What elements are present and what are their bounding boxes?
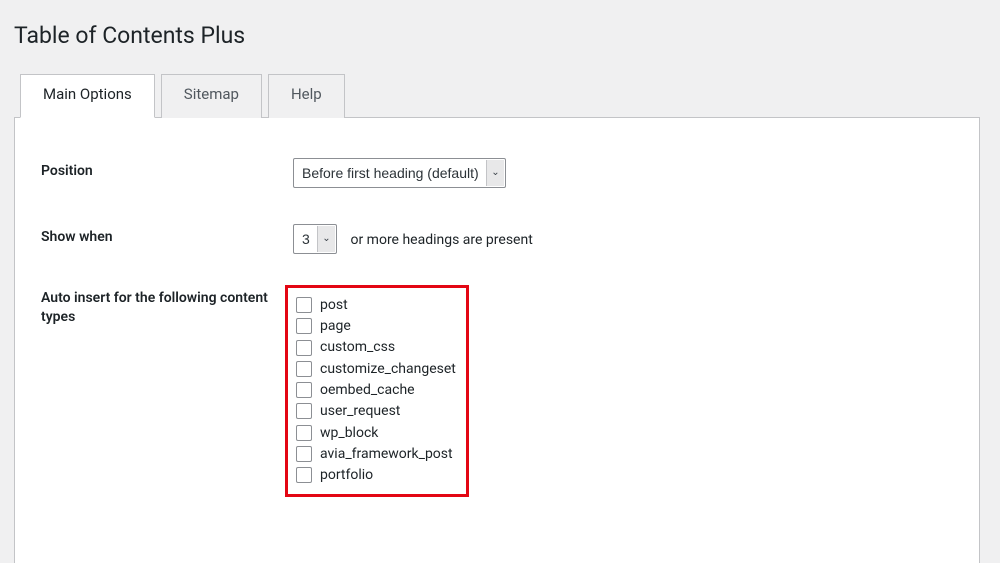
content-type-item: wp_block — [296, 423, 456, 443]
content-type-checkbox-user_request[interactable] — [296, 403, 312, 419]
content-type-label[interactable]: post — [320, 295, 348, 315]
content-type-item: customize_changeset — [296, 359, 456, 379]
content-type-label[interactable]: custom_css — [320, 337, 395, 357]
content-type-item: custom_css — [296, 337, 456, 357]
content-type-item: portfolio — [296, 465, 456, 485]
content-type-checkbox-oembed_cache[interactable] — [296, 382, 312, 398]
content-type-checkbox-wp_block[interactable] — [296, 425, 312, 441]
content-type-checkbox-page[interactable] — [296, 318, 312, 334]
position-select[interactable]: Before first heading (default) — [293, 158, 506, 188]
content-type-item: user_request — [296, 401, 456, 421]
content-type-item: avia_framework_post — [296, 444, 456, 464]
tab-help[interactable]: Help — [268, 74, 345, 118]
content-type-label[interactable]: customize_changeset — [320, 359, 456, 379]
tab-list: Main Options Sitemap Help — [14, 73, 980, 118]
show-when-select[interactable]: 3 — [293, 224, 337, 254]
content-type-label[interactable]: avia_framework_post — [320, 444, 453, 464]
content-type-item: post — [296, 295, 456, 315]
content-type-item: oembed_cache — [296, 380, 456, 400]
content-type-checkbox-post[interactable] — [296, 297, 312, 313]
content-types-highlight: postpagecustom_csscustomize_changesetoem… — [285, 285, 469, 498]
show-when-suffix: or more headings are present — [350, 232, 532, 248]
content-type-item: page — [296, 316, 456, 336]
content-type-label[interactable]: user_request — [320, 401, 400, 421]
content-type-checkbox-custom_css[interactable] — [296, 340, 312, 356]
content-type-checkbox-avia_framework_post[interactable] — [296, 446, 312, 462]
content-type-label[interactable]: page — [320, 316, 351, 336]
content-type-label[interactable]: wp_block — [320, 423, 378, 443]
auto-insert-label: Auto insert for the following content ty… — [41, 285, 293, 328]
content-type-checkbox-portfolio[interactable] — [296, 467, 312, 483]
main-options-panel: Position Before first heading (default) … — [14, 118, 980, 563]
tab-main-options[interactable]: Main Options — [20, 74, 155, 118]
tab-sitemap[interactable]: Sitemap — [161, 74, 262, 118]
content-type-label[interactable]: oembed_cache — [320, 380, 415, 400]
show-when-label: Show when — [41, 224, 293, 248]
page-title: Table of Contents Plus — [14, 22, 980, 49]
content-type-label[interactable]: portfolio — [320, 465, 373, 485]
content-type-checkbox-customize_changeset[interactable] — [296, 361, 312, 377]
position-label: Position — [41, 158, 293, 182]
